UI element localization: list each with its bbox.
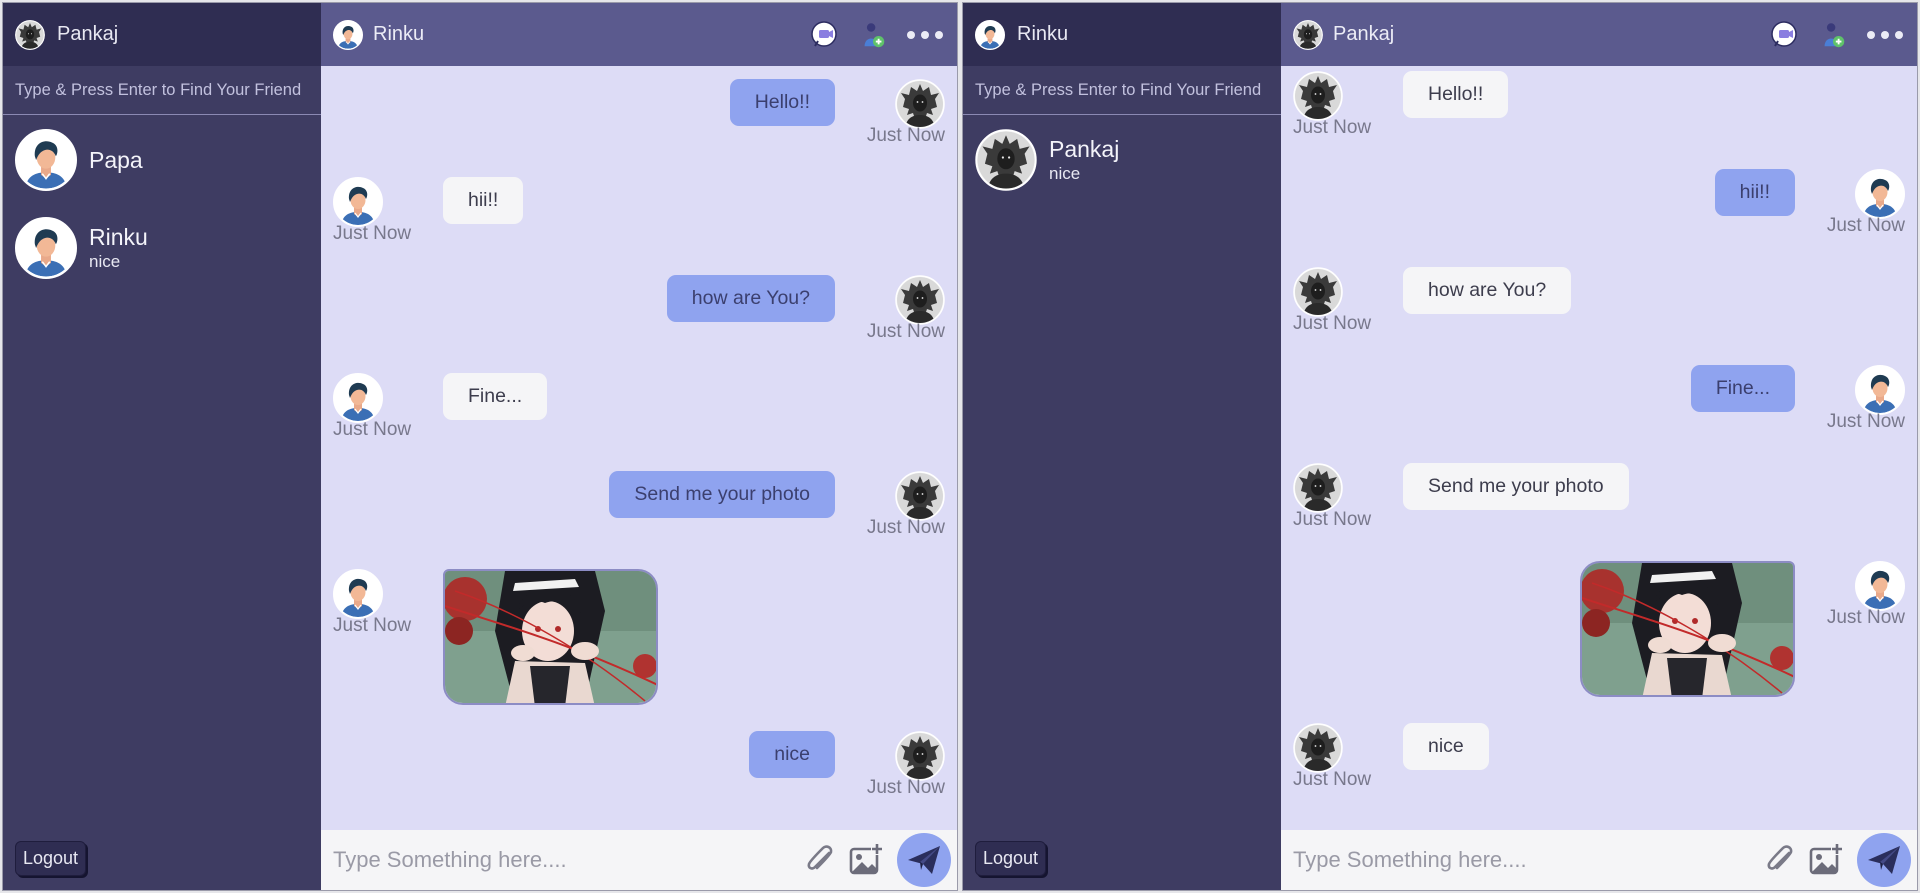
message-bubble: hii!!: [443, 177, 524, 224]
friend-search-input[interactable]: [15, 80, 321, 100]
message-time: Just Now: [1293, 769, 1372, 790]
message-list: Just Now Hello!! hii!! Just Now Just Now…: [1281, 66, 1917, 830]
video-call-icon[interactable]: [1769, 19, 1801, 51]
message-bubble: Fine...: [443, 373, 548, 420]
message-time: Just Now: [866, 777, 945, 798]
video-call-icon[interactable]: [809, 19, 841, 51]
send-button[interactable]: [897, 833, 951, 887]
current-user-avatar: [15, 20, 45, 50]
more-options-icon[interactable]: [1865, 19, 1905, 51]
sender-avatar: [1855, 365, 1905, 415]
message-time: Just Now: [1826, 215, 1905, 236]
message-bubble: Send me your photo: [1403, 463, 1629, 510]
sender-avatar: [1855, 561, 1905, 611]
sender-avatar: [333, 569, 383, 619]
contact-item-papa[interactable]: Papa: [3, 116, 321, 204]
contact-name: Pankaj: [1049, 136, 1120, 162]
contact-item-rinku[interactable]: Rinku nice: [3, 204, 321, 292]
logout-button[interactable]: Logout: [975, 841, 1047, 876]
add-image-icon[interactable]: [1807, 841, 1845, 879]
contact-list: Papa Rinku nice: [3, 115, 321, 292]
chat-header: Pankaj: [1281, 3, 1917, 66]
message-input[interactable]: [1293, 847, 1753, 873]
sender-avatar: [895, 731, 945, 781]
message-bubble: how are You?: [666, 275, 835, 322]
message-time: Just Now: [1826, 607, 1905, 628]
message-bubble: hii!!: [1714, 169, 1795, 216]
chat-area: Rinku Hello!! Just Now Just Now hii!! ho…: [321, 3, 957, 890]
message-bubble: Send me your photo: [609, 471, 835, 518]
message-input[interactable]: [333, 847, 793, 873]
add-image-icon[interactable]: [847, 841, 885, 879]
add-friend-icon[interactable]: [857, 19, 889, 51]
chat-partner-avatar: [1293, 20, 1323, 50]
sender-avatar: [1293, 71, 1343, 121]
chat-partner-name: Rinku: [373, 23, 425, 45]
chat-window-right: Rinku Pankaj nice Logout Pankaj: [962, 2, 1918, 891]
chat-area: Pankaj Just Now Hello!! hii!! Just Now J…: [1281, 3, 1917, 890]
contact-avatar: [975, 129, 1037, 191]
contact-last-message: nice: [89, 252, 121, 271]
chat-partner-name: Pankaj: [1333, 23, 1395, 45]
current-user-avatar: [975, 20, 1005, 50]
sender-avatar: [895, 275, 945, 325]
sender-avatar: [1293, 267, 1343, 317]
friend-search-input[interactable]: [975, 80, 1281, 100]
paperclip-icon[interactable]: [801, 841, 839, 879]
message-bubble: Hello!!: [729, 79, 835, 126]
sender-avatar: [333, 177, 383, 227]
contact-name: Papa: [89, 146, 143, 173]
add-friend-icon[interactable]: [1817, 19, 1849, 51]
sender-avatar: [895, 79, 945, 129]
message-bubble: nice: [749, 731, 835, 778]
message-time: Just Now: [1293, 117, 1372, 138]
message-bubble: Fine...: [1690, 365, 1795, 412]
message-composer: [1281, 830, 1917, 890]
sender-avatar: [1293, 723, 1343, 773]
friend-search: [3, 66, 321, 115]
friend-search: [963, 66, 1281, 115]
chat-header: Rinku: [321, 3, 957, 66]
contact-avatar: [15, 217, 77, 279]
message-bubble: Hello!!: [1403, 71, 1509, 118]
sender-avatar: [1293, 463, 1343, 513]
message-time: Just Now: [333, 223, 412, 244]
message-time: Just Now: [866, 321, 945, 342]
paperclip-icon[interactable]: [1761, 841, 1799, 879]
message-time: Just Now: [866, 125, 945, 146]
sidebar: Rinku Pankaj nice Logout: [963, 3, 1281, 890]
contact-list: Pankaj nice: [963, 115, 1281, 204]
contact-last-message: nice: [1049, 164, 1081, 183]
message-time: Just Now: [1293, 313, 1372, 334]
chat-window-left: Pankaj Papa Rinku nice Logout: [2, 2, 958, 891]
message-time: Just Now: [333, 419, 412, 440]
current-user-name: Pankaj: [57, 23, 119, 45]
sender-avatar: [895, 471, 945, 521]
message-time: Just Now: [1293, 509, 1372, 530]
sidebar: Pankaj Papa Rinku nice Logout: [3, 3, 321, 890]
message-photo[interactable]: [443, 569, 658, 705]
message-time: Just Now: [333, 615, 412, 636]
contact-item-pankaj[interactable]: Pankaj nice: [963, 116, 1281, 204]
contact-name: Rinku: [89, 224, 148, 250]
logout-button[interactable]: Logout: [15, 841, 87, 876]
message-list: Hello!! Just Now Just Now hii!! how are …: [321, 66, 957, 830]
message-composer: [321, 830, 957, 890]
message-bubble: how are You?: [1403, 267, 1572, 314]
message-time: Just Now: [866, 517, 945, 538]
more-options-icon[interactable]: [905, 19, 945, 51]
send-button[interactable]: [1857, 833, 1911, 887]
message-bubble: nice: [1403, 723, 1489, 770]
contact-avatar: [15, 129, 77, 191]
current-user-name: Rinku: [1017, 23, 1069, 45]
sender-avatar: [1855, 169, 1905, 219]
message-time: Just Now: [1826, 411, 1905, 432]
send-icon: [1864, 840, 1904, 880]
sender-avatar: [333, 373, 383, 423]
sidebar-header: Rinku: [963, 3, 1281, 66]
sidebar-header: Pankaj: [3, 3, 321, 66]
chat-partner-avatar: [333, 20, 363, 50]
message-photo[interactable]: [1580, 561, 1795, 697]
send-icon: [904, 840, 944, 880]
